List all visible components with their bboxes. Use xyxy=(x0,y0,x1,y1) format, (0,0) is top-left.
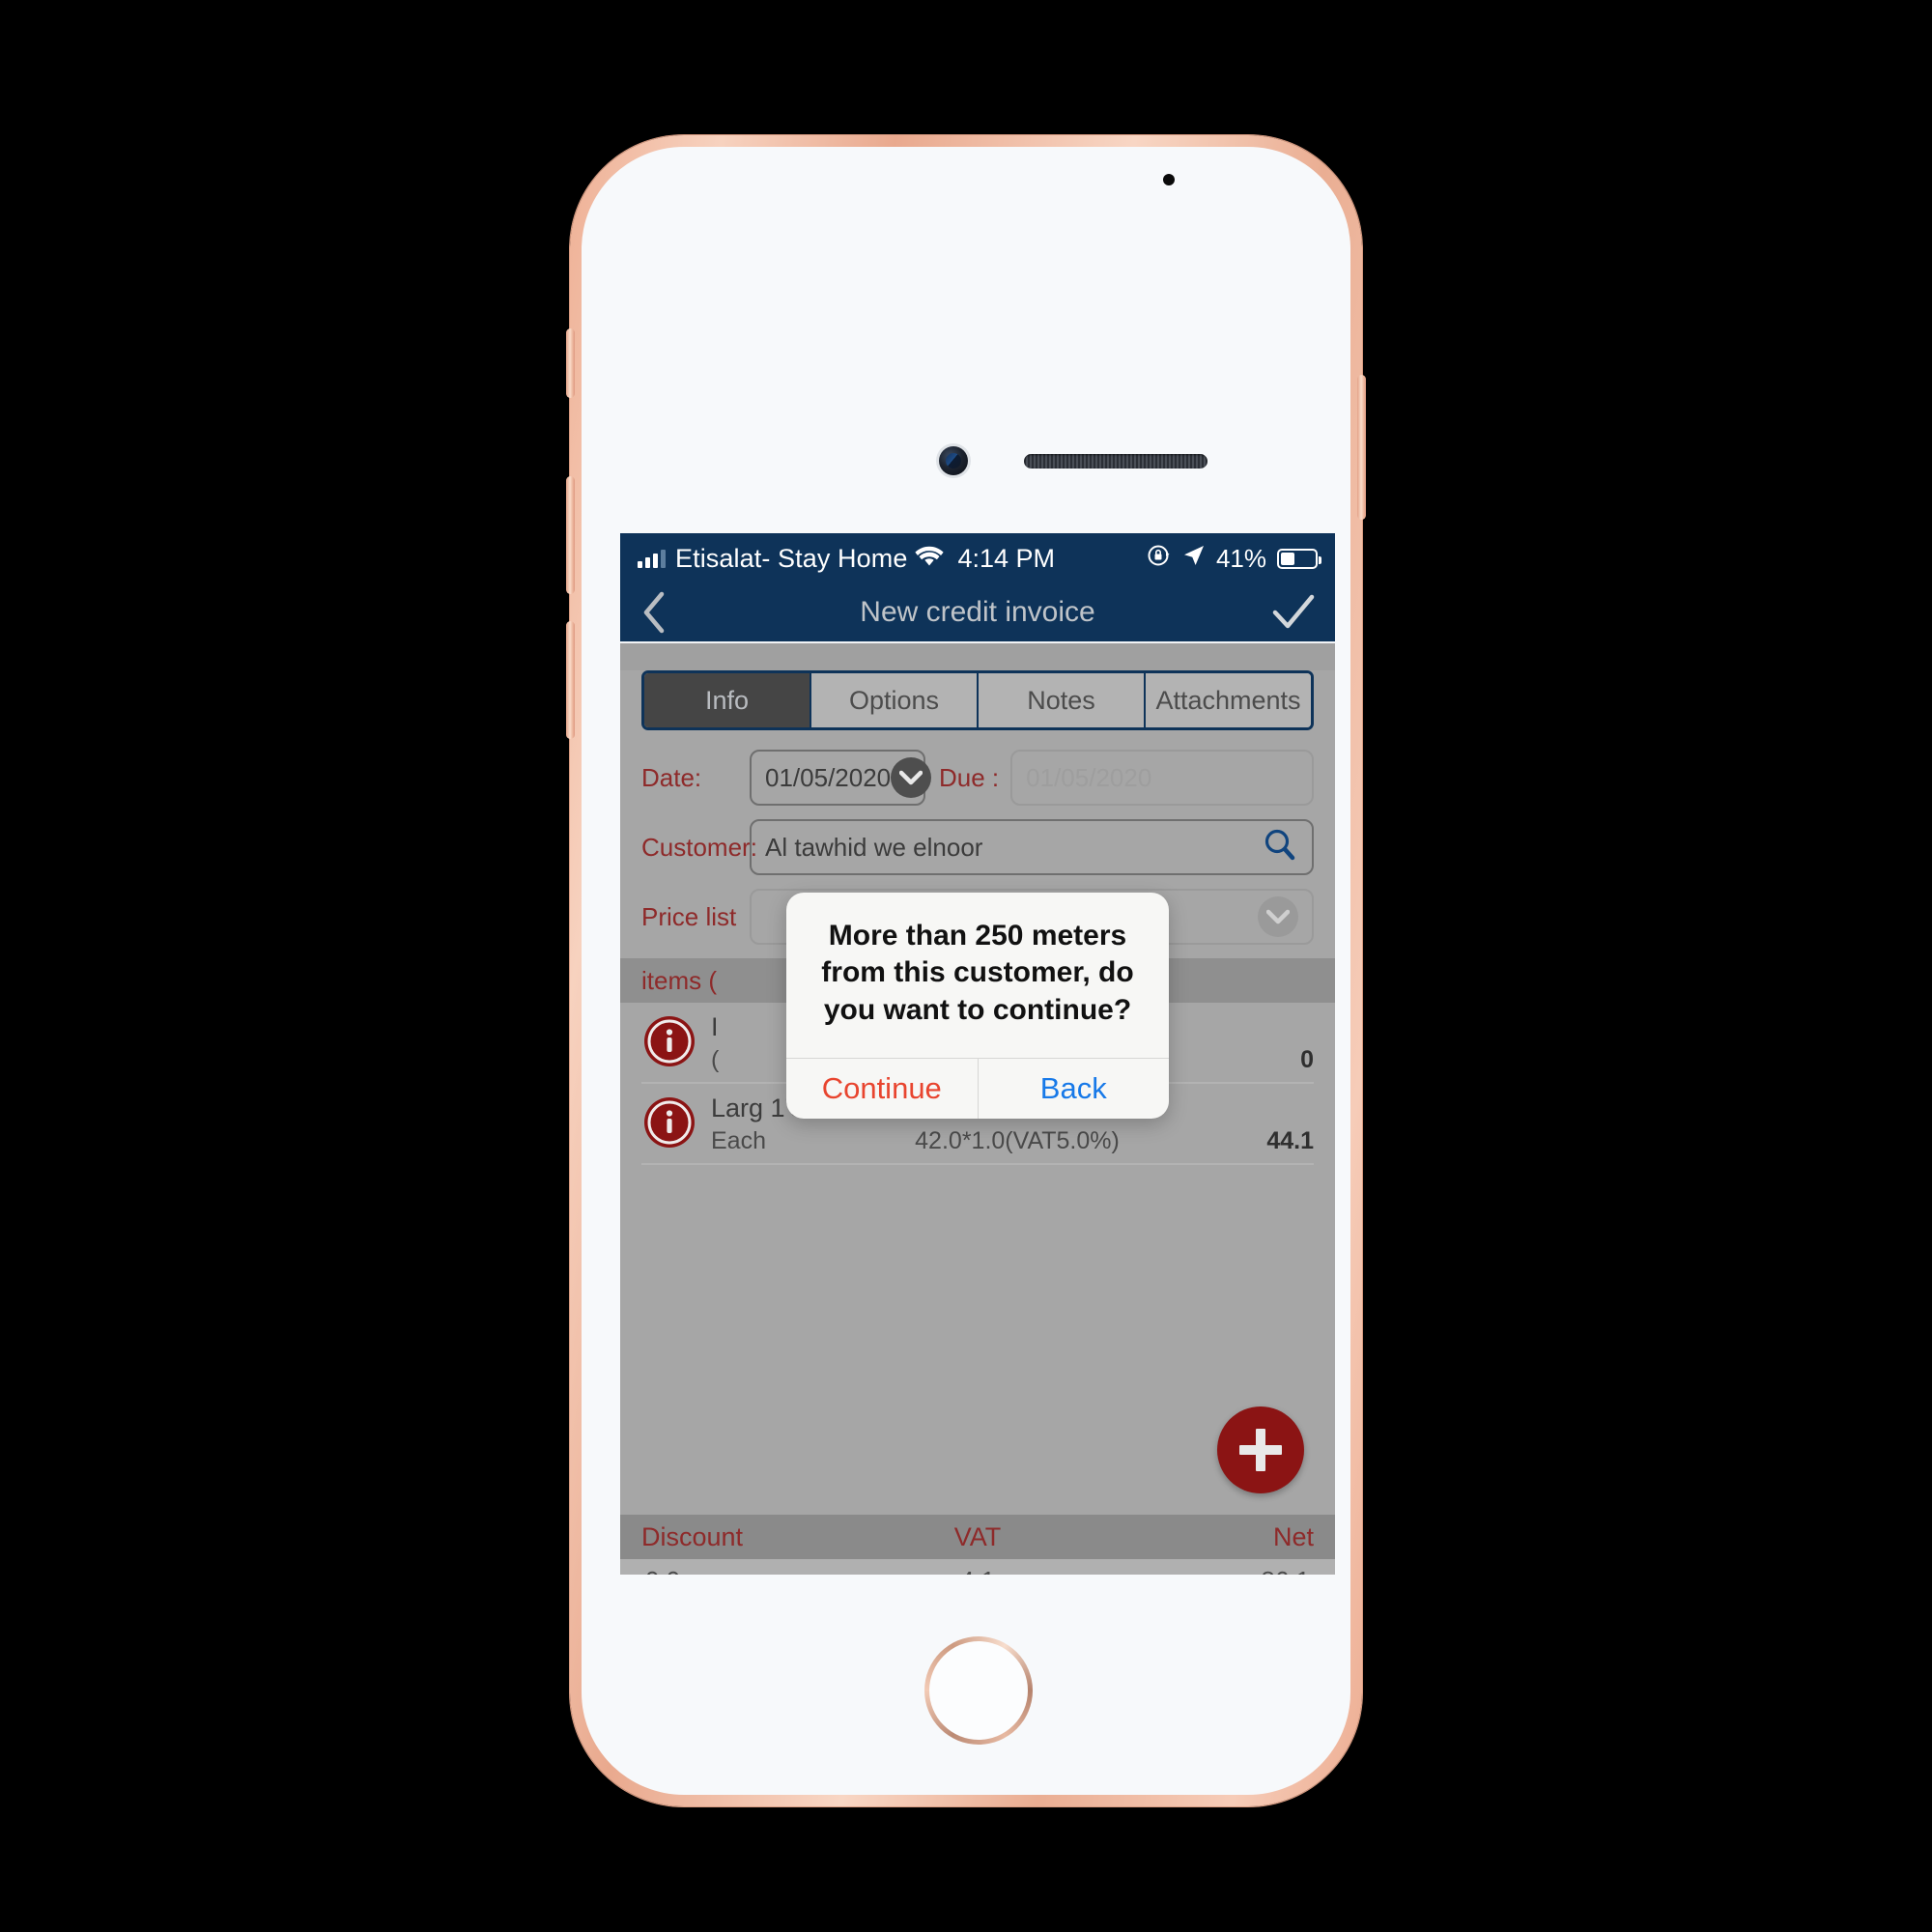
dialog-actions: Continue Back xyxy=(786,1058,1170,1120)
rotation-lock-icon xyxy=(1147,543,1172,575)
volume-down-button[interactable] xyxy=(566,621,575,739)
status-bar-center: 4:14 PM xyxy=(915,544,1055,574)
volume-up-button[interactable] xyxy=(566,476,575,594)
chevron-left-icon xyxy=(643,591,665,634)
mute-switch[interactable] xyxy=(566,328,575,398)
battery-percent-label: 41% xyxy=(1215,543,1266,573)
dialog-overlay xyxy=(620,670,1335,1575)
location-arrow-icon xyxy=(1182,544,1206,574)
carrier-label: Etisalat- Stay Home xyxy=(675,543,908,573)
power-button[interactable] xyxy=(1357,375,1366,520)
clock-label: 4:14 PM xyxy=(957,543,1056,573)
phone-front-face: Etisalat- Stay Home 4:14 PM 41% New cred… xyxy=(582,147,1350,1795)
status-bar-right: 41% xyxy=(1147,543,1321,575)
earpiece-speaker-icon xyxy=(1024,454,1208,469)
invoice-form-content: Info Options Notes Attachments Date: 01/… xyxy=(620,670,1335,1575)
home-button[interactable] xyxy=(924,1636,1033,1745)
screenshot-stage: Etisalat- Stay Home 4:14 PM 41% New cred… xyxy=(0,0,1932,1932)
dialog-back-button[interactable]: Back xyxy=(979,1059,1170,1119)
signal-bars-icon xyxy=(638,549,666,568)
back-button[interactable] xyxy=(620,591,688,634)
proximity-sensor-icon xyxy=(1163,174,1175,185)
wifi-icon xyxy=(915,544,945,574)
dialog-continue-button[interactable]: Continue xyxy=(786,1059,979,1120)
dialog-message: More than 250 meters from this customer,… xyxy=(821,920,1134,1026)
status-bar-left: Etisalat- Stay Home xyxy=(638,544,907,574)
checkmark-icon xyxy=(1272,594,1315,629)
confirm-button[interactable] xyxy=(1252,593,1335,632)
confirm-dialog: More than 250 meters from this customer,… xyxy=(786,893,1170,1120)
status-bar: Etisalat- Stay Home 4:14 PM 41% xyxy=(620,533,1335,583)
battery-icon xyxy=(1277,548,1321,569)
phone-device: Etisalat- Stay Home 4:14 PM 41% New cred… xyxy=(566,135,1366,1806)
page-title: New credit invoice xyxy=(860,596,1095,628)
phone-screen: Etisalat- Stay Home 4:14 PM 41% New cred… xyxy=(620,533,1335,1575)
front-camera-icon xyxy=(939,446,968,475)
navigation-bar: New credit invoice xyxy=(620,583,1335,643)
